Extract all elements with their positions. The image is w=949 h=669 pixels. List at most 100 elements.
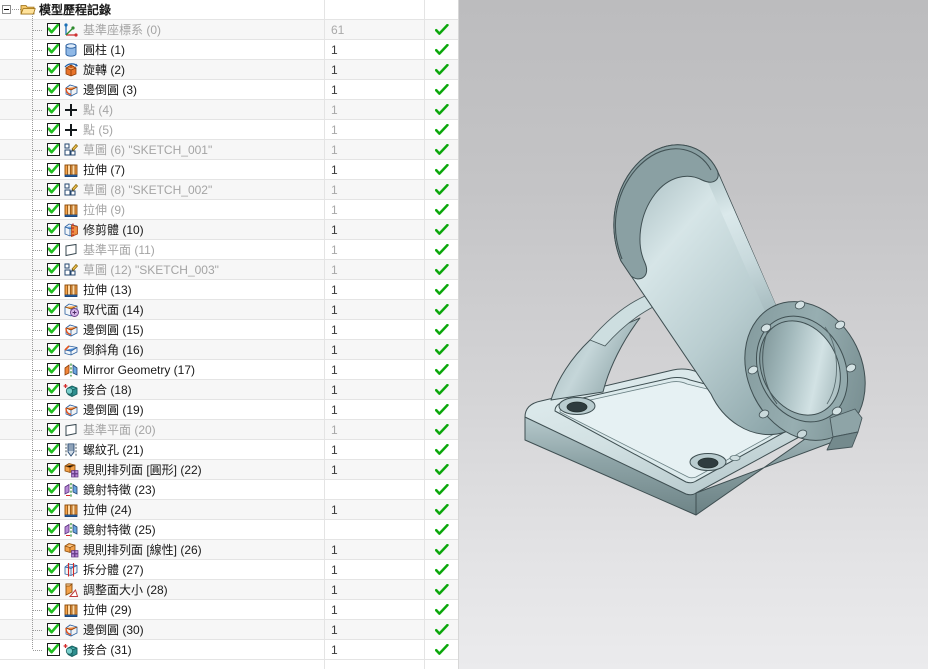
tree-item-name-cell[interactable]: 草圖 (12) "SKETCH_003" (0, 259, 324, 280)
tree-row[interactable]: 螺紋孔 (21) 1 (0, 439, 459, 460)
tree-row[interactable]: 規則排列面 [線性] (26) 1 (0, 539, 459, 560)
tree-item-name-cell[interactable]: 拆分體 (27) (0, 559, 324, 580)
feature-checkbox[interactable] (47, 223, 60, 236)
tree-item-name-cell[interactable]: 拉伸 (24) (0, 499, 324, 520)
tree-row[interactable]: 接合 (31) 1 (0, 639, 459, 660)
feature-checkbox[interactable] (47, 43, 60, 56)
tree-row[interactable]: 點 (4) 1 (0, 99, 459, 120)
tree-item-name-cell[interactable]: 邊倒圓 (30) (0, 619, 324, 640)
tree-row[interactable]: 邊倒圓 (15) 1 (0, 319, 459, 340)
tree-item-name-cell[interactable]: 調整面大小 (28) (0, 579, 324, 600)
tree-item-name-cell[interactable]: 基準座標系 (0) (0, 19, 324, 40)
tree-row[interactable]: 草圖 (6) "SKETCH_001" 1 (0, 139, 459, 160)
tree-item-name-cell[interactable]: 規則排列面 [線性] (26) (0, 539, 324, 560)
feature-checkbox[interactable] (47, 463, 60, 476)
tree-item-name-cell[interactable]: 邊倒圓 (15) (0, 319, 324, 340)
feature-checkbox[interactable] (47, 263, 60, 276)
tree-row[interactable]: 邊倒圓 (30) 1 (0, 619, 459, 640)
feature-checkbox[interactable] (47, 403, 60, 416)
tree-row[interactable]: 鏡射特徵 (23) (0, 479, 459, 500)
tree-item-name-cell[interactable]: 點 (5) (0, 119, 324, 140)
feature-checkbox[interactable] (47, 343, 60, 356)
tree-item-name-cell[interactable]: 接合 (18) (0, 379, 324, 400)
tree-row[interactable]: 規則排列面 [圓形] (22) 1 (0, 459, 459, 480)
feature-checkbox[interactable] (47, 383, 60, 396)
tree-row[interactable]: Mirror Geometry (17) 1 (0, 359, 459, 380)
tree-item-name-cell[interactable]: 倒斜角 (16) (0, 339, 324, 360)
tree-root-row[interactable]: 模型歷程記錄 (0, 0, 459, 20)
feature-checkbox[interactable] (47, 83, 60, 96)
feature-checkbox[interactable] (47, 283, 60, 296)
tree-row[interactable]: 拉伸 (13) 1 (0, 279, 459, 300)
tree-item-name-cell[interactable]: 鏡射特徵 (25) (0, 519, 324, 540)
tree-row[interactable]: 鏡射特徵 (25) (0, 519, 459, 540)
tree-row[interactable]: 取代面 (14) 1 (0, 299, 459, 320)
tree-item-name-cell[interactable]: 基準平面 (11) (0, 239, 324, 260)
feature-checkbox[interactable] (47, 503, 60, 516)
feature-checkbox[interactable] (47, 423, 60, 436)
tree-item-name-cell[interactable]: 圓柱 (1) (0, 39, 324, 60)
expand-collapse-icon[interactable] (2, 4, 11, 14)
tree-row[interactable]: 調整面大小 (28) 1 (0, 579, 459, 600)
tree-item-name-cell[interactable]: 規則排列面 [圓形] (22) (0, 459, 324, 480)
tree-row[interactable]: 倒斜角 (16) 1 (0, 339, 459, 360)
tree-row[interactable]: 邊倒圓 (19) 1 (0, 399, 459, 420)
feature-checkbox[interactable] (47, 483, 60, 496)
tree-row[interactable]: 圓柱 (1) 1 (0, 39, 459, 60)
tree-item-name-cell[interactable]: 取代面 (14) (0, 299, 324, 320)
feature-checkbox[interactable] (47, 203, 60, 216)
tree-row[interactable]: 基準座標系 (0) 61 (0, 19, 459, 40)
tree-item-name-cell[interactable]: 拉伸 (9) (0, 199, 324, 220)
tree-item-name-cell[interactable]: 邊倒圓 (19) (0, 399, 324, 420)
tree-item-name-cell[interactable]: 草圖 (8) "SKETCH_002" (0, 179, 324, 200)
tree-row[interactable]: 基準平面 (11) 1 (0, 239, 459, 260)
graphics-viewport-3d[interactable] (459, 0, 928, 669)
feature-checkbox[interactable] (47, 523, 60, 536)
tree-row[interactable]: 基準平面 (20) 1 (0, 419, 459, 440)
tree-row[interactable]: 草圖 (12) "SKETCH_003" 1 (0, 259, 459, 280)
feature-checkbox[interactable] (47, 643, 60, 656)
tree-row[interactable]: 拆分體 (27) 1 (0, 559, 459, 580)
feature-checkbox[interactable] (47, 543, 60, 556)
tree-row[interactable]: 草圖 (8) "SKETCH_002" 1 (0, 179, 459, 200)
feature-checkbox[interactable] (47, 183, 60, 196)
tree-item-name-cell[interactable]: 接合 (31) (0, 639, 324, 660)
tree-item-name-cell[interactable]: 拉伸 (7) (0, 159, 324, 180)
tree-item-name-cell[interactable]: 旋轉 (2) (0, 59, 324, 80)
tree-row[interactable]: 拉伸 (7) 1 (0, 159, 459, 180)
feature-checkbox[interactable] (47, 243, 60, 256)
tree-item-name-cell[interactable]: 修剪體 (10) (0, 219, 324, 240)
tree-root-name-cell[interactable]: 模型歷程記錄 (0, 0, 324, 20)
tree-row[interactable]: 拉伸 (24) 1 (0, 499, 459, 520)
tree-item-name-cell[interactable]: 鏡射特徵 (23) (0, 479, 324, 500)
tree-item-name-cell[interactable]: 拉伸 (29) (0, 599, 324, 620)
feature-checkbox[interactable] (47, 103, 60, 116)
feature-checkbox[interactable] (47, 143, 60, 156)
feature-checkbox[interactable] (47, 583, 60, 596)
feature-checkbox[interactable] (47, 563, 60, 576)
tree-item-name-cell[interactable]: 邊倒圓 (3) (0, 79, 324, 100)
tree-row[interactable]: 點 (5) 1 (0, 119, 459, 140)
tree-row[interactable]: 修剪體 (10) 1 (0, 219, 459, 240)
tree-item-name-cell[interactable]: 螺紋孔 (21) (0, 439, 324, 460)
feature-checkbox[interactable] (47, 603, 60, 616)
feature-checkbox[interactable] (47, 163, 60, 176)
feature-checkbox[interactable] (47, 323, 60, 336)
feature-checkbox[interactable] (47, 623, 60, 636)
feature-checkbox[interactable] (47, 363, 60, 376)
feature-checkbox[interactable] (47, 123, 60, 136)
tree-row[interactable]: 拉伸 (9) 1 (0, 199, 459, 220)
tree-row[interactable]: 接合 (18) 1 (0, 379, 459, 400)
model-history-tree-panel[interactable]: 模型歷程記錄 基準座標系 (0) 61 圓柱 (1) 1 旋轉 (2) 1 邊倒圓 (3) 1… (0, 0, 459, 669)
feature-checkbox[interactable] (47, 303, 60, 316)
feature-checkbox[interactable] (47, 63, 60, 76)
feature-checkbox[interactable] (47, 443, 60, 456)
tree-row[interactable]: 邊倒圓 (3) 1 (0, 79, 459, 100)
tree-item-name-cell[interactable]: 基準平面 (20) (0, 419, 324, 440)
tree-item-name-cell[interactable]: 點 (4) (0, 99, 324, 120)
tree-item-name-cell[interactable]: 草圖 (6) "SKETCH_001" (0, 139, 324, 160)
tree-item-name-cell[interactable]: 拉伸 (13) (0, 279, 324, 300)
tree-item-name-cell[interactable]: Mirror Geometry (17) (0, 359, 324, 380)
tree-row[interactable]: 拉伸 (29) 1 (0, 599, 459, 620)
feature-checkbox[interactable] (47, 23, 60, 36)
